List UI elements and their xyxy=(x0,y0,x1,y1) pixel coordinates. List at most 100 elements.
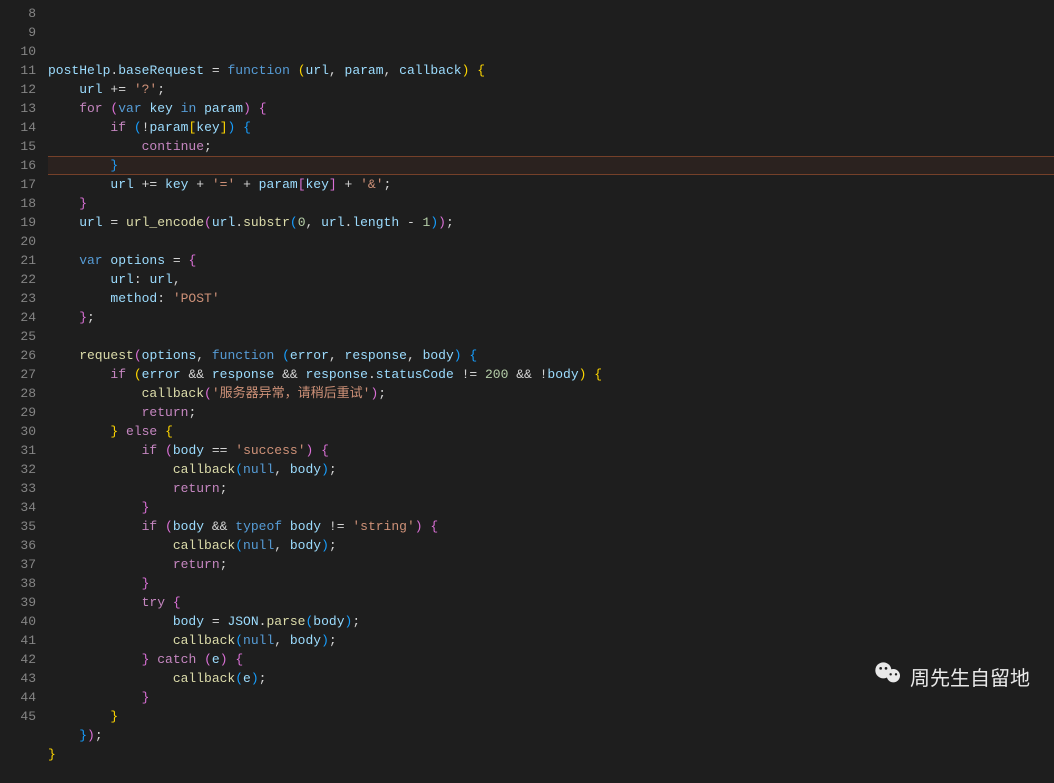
code-line[interactable]: } xyxy=(48,498,1054,517)
code-line[interactable]: url += '?'; xyxy=(48,80,1054,99)
token-brk3: ( xyxy=(235,671,243,686)
code-line[interactable]: if (body && typeof body != 'string') { xyxy=(48,517,1054,536)
token-obj: body xyxy=(290,633,321,648)
token-brk3: ) xyxy=(454,348,462,363)
code-line[interactable]: if (body == 'success') { xyxy=(48,441,1054,460)
code-line[interactable] xyxy=(48,232,1054,251)
code-line[interactable]: postHelp.baseRequest = function (url, pa… xyxy=(48,61,1054,80)
token-punct: ; xyxy=(384,177,392,192)
code-line[interactable]: callback(null, body); xyxy=(48,460,1054,479)
code-line[interactable]: callback('服务器异常，请稍后重试'); xyxy=(48,384,1054,403)
token-punct xyxy=(157,443,165,458)
token-kw2: return xyxy=(48,557,220,572)
token-brk3: ) xyxy=(321,462,329,477)
token-punct: , xyxy=(274,633,290,648)
token-str: 'string' xyxy=(352,519,414,534)
watermark: 周先生自留地 xyxy=(872,657,1030,695)
token-brk3: ( xyxy=(290,215,298,230)
code-line[interactable]: callback(null, body); xyxy=(48,536,1054,555)
token-punct: , xyxy=(274,538,290,553)
code-line[interactable]: continue; xyxy=(48,137,1054,156)
token-op: + xyxy=(188,177,211,192)
token-brk2: ) xyxy=(87,728,95,743)
line-number: 19 xyxy=(0,213,36,232)
token-punct: ; xyxy=(220,481,228,496)
code-line[interactable]: return; xyxy=(48,403,1054,422)
code-line[interactable]: for (var key in param) { xyxy=(48,99,1054,118)
token-punct: , xyxy=(329,63,345,78)
token-punct: , xyxy=(196,348,212,363)
line-number: 22 xyxy=(0,270,36,289)
token-brk2: } xyxy=(48,310,87,325)
code-line[interactable]: } else { xyxy=(48,422,1054,441)
token-brk2: ( xyxy=(204,652,212,667)
token-punct: ; xyxy=(188,405,196,420)
token-brk3: ( xyxy=(235,633,243,648)
line-number: 8 xyxy=(0,4,36,23)
code-line[interactable]: url += key + '=' + param[key] + '&'; xyxy=(48,175,1054,194)
token-punct xyxy=(282,519,290,534)
token-obj: options xyxy=(110,253,165,268)
code-line[interactable]: url = url_encode(url.substr(0, url.lengt… xyxy=(48,213,1054,232)
line-number: 35 xyxy=(0,517,36,536)
token-obj: param xyxy=(345,63,384,78)
token-obj: method xyxy=(48,291,157,306)
token-prop: callback xyxy=(48,386,204,401)
line-number: 25 xyxy=(0,327,36,346)
token-obj: body xyxy=(48,614,204,629)
code-line[interactable]: return; xyxy=(48,479,1054,498)
token-str: '服务器异常，请稍后重试' xyxy=(212,386,371,401)
code-line[interactable]: body = JSON.parse(body); xyxy=(48,612,1054,631)
code-line[interactable]: } xyxy=(48,745,1054,764)
code-line[interactable]: }); xyxy=(48,726,1054,745)
code-line[interactable]: } xyxy=(48,194,1054,213)
code-line[interactable]: callback(null, body); xyxy=(48,631,1054,650)
token-brk2: } xyxy=(48,500,149,515)
line-number: 39 xyxy=(0,593,36,612)
token-op: = xyxy=(204,63,227,78)
code-line[interactable]: request(options, function (error, respon… xyxy=(48,346,1054,365)
token-prop: callback xyxy=(48,538,235,553)
token-brk: { xyxy=(594,367,602,382)
token-obj: e xyxy=(212,652,220,667)
wechat-icon xyxy=(872,657,904,695)
token-op: + xyxy=(337,177,360,192)
token-obj: key xyxy=(165,177,188,192)
token-punct xyxy=(173,101,181,116)
line-number: 41 xyxy=(0,631,36,650)
code-line[interactable]: url: url, xyxy=(48,270,1054,289)
token-punct: , xyxy=(329,348,345,363)
token-brk3: ( xyxy=(235,462,243,477)
code-line[interactable] xyxy=(48,327,1054,346)
code-line[interactable]: method: 'POST' xyxy=(48,289,1054,308)
token-kw2: return xyxy=(48,405,188,420)
token-obj: url xyxy=(212,215,235,230)
token-punct xyxy=(274,348,282,363)
token-brk3: ) xyxy=(321,633,329,648)
token-brk: } xyxy=(48,424,118,439)
token-brk2: [ xyxy=(298,177,306,192)
code-line[interactable]: try { xyxy=(48,593,1054,612)
code-editor[interactable]: 8910111213141516171819202122232425262728… xyxy=(0,0,1054,717)
code-line[interactable]: } xyxy=(48,574,1054,593)
line-number: 26 xyxy=(0,346,36,365)
code-line[interactable]: if (!param[key]) { xyxy=(48,118,1054,137)
line-number: 16 xyxy=(0,156,36,175)
code-line[interactable]: return; xyxy=(48,555,1054,574)
token-op: != xyxy=(321,519,352,534)
token-punct xyxy=(196,652,204,667)
code-line[interactable]: }; xyxy=(48,308,1054,327)
token-brk2: { xyxy=(235,652,243,667)
token-prop: callback xyxy=(48,462,235,477)
code-area[interactable]: postHelp.baseRequest = function (url, pa… xyxy=(48,0,1054,717)
token-brk3: ) xyxy=(430,215,438,230)
line-number-gutter: 8910111213141516171819202122232425262728… xyxy=(0,0,48,717)
code-line[interactable]: var options = { xyxy=(48,251,1054,270)
token-brk: } xyxy=(48,747,56,762)
line-number: 38 xyxy=(0,574,36,593)
code-line[interactable] xyxy=(48,764,1054,783)
token-op: && xyxy=(204,519,235,534)
token-punct xyxy=(235,120,243,135)
line-number: 9 xyxy=(0,23,36,42)
code-line[interactable]: if (error && response && response.status… xyxy=(48,365,1054,384)
